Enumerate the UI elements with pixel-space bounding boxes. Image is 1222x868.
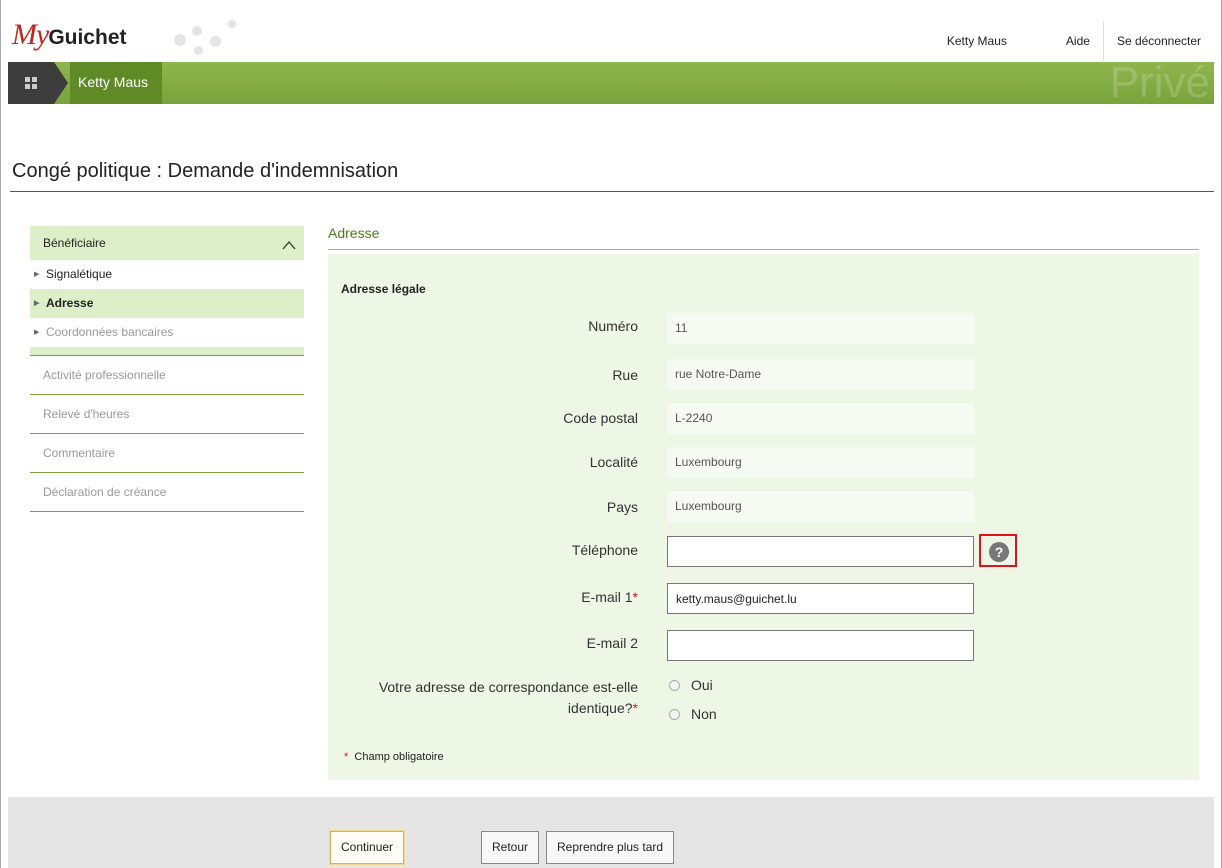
numero-label: Numéro <box>588 318 638 334</box>
code-postal-value: L-2240 <box>667 403 974 434</box>
required-asterisk: * <box>632 700 638 716</box>
sidebar-section-label: Bénéficiaire <box>43 236 106 250</box>
required-asterisk: * <box>344 751 349 763</box>
pays-label: Pays <box>606 499 638 515</box>
grid-icon <box>25 77 37 89</box>
sidebar-subitem-label: Signalétique <box>46 267 113 281</box>
home-grid-button[interactable] <box>8 62 54 104</box>
sidebar-subitem-label: Coordonnées bancaires <box>46 325 174 339</box>
radio-button[interactable] <box>669 679 680 691</box>
section-title: Adresse <box>328 225 380 241</box>
sidebar-section-beneficiaire[interactable]: Bénéficiaire <box>30 226 304 260</box>
bullet-triangle-icon: ▶ <box>34 300 40 307</box>
sidebar-subitem-label: Adresse <box>46 296 94 310</box>
telephone-label: Téléphone <box>571 542 638 558</box>
myguichet-logo[interactable]: MyGuichet <box>12 18 127 52</box>
sidebar-item-releve-heures: Relevé d'heures <box>30 395 304 434</box>
correspondence-question-line2: identique?* <box>328 698 638 719</box>
code-postal-label: Code postal <box>563 410 638 426</box>
breadcrumb-bar: Ketty Maus Privé <box>8 62 1214 104</box>
radio-non-label: Non <box>691 706 717 722</box>
numero-value: 11 <box>667 313 974 344</box>
user-name-link[interactable]: Ketty Maus <box>934 34 1053 48</box>
email1-label: E-mail 1* <box>328 589 638 605</box>
required-field-note: * Champ obligatoire <box>344 751 444 763</box>
sidebar: Bénéficiaire ▶ Signalétique ▶ Adresse ▶ … <box>30 226 304 520</box>
radio-oui-label: Oui <box>691 677 713 693</box>
header: MyGuichet Ketty Maus Aide Se déconnecter <box>8 8 1214 62</box>
correspondence-question-line1: Votre adresse de correspondance est-elle <box>378 679 638 695</box>
localite-label: Localité <box>589 454 638 470</box>
question-text: identique? <box>567 700 633 716</box>
help-question-icon[interactable]: ? <box>989 542 1009 562</box>
help-link[interactable]: Aide <box>1053 34 1103 48</box>
radio-button[interactable] <box>669 708 680 720</box>
logo-dots-decoration <box>166 14 246 55</box>
bullet-triangle-icon: ▶ <box>34 329 40 336</box>
sidebar-subitem-adresse[interactable]: ▶ Adresse <box>30 289 304 318</box>
email2-label: E-mail 2 <box>586 635 638 651</box>
required-asterisk: * <box>632 589 638 605</box>
section-divider <box>328 249 1199 250</box>
form-footer: Continuer Retour Reprendre plus tard <box>8 797 1214 868</box>
telephone-input[interactable] <box>667 536 974 567</box>
address-form-panel: Adresse légale Numéro 11 Rue rue Notre-D… <box>328 254 1199 780</box>
correspondence-question: Votre adresse de correspondance est-elle… <box>328 677 638 719</box>
bullet-triangle-icon: ▶ <box>34 271 40 278</box>
chevron-up-icon[interactable] <box>282 238 296 252</box>
breadcrumb-arrow <box>54 62 68 104</box>
sidebar-item-activite-professionnelle: Activité professionnelle <box>30 356 304 395</box>
sidebar-subitem-signaletique[interactable]: ▶ Signalétique <box>30 260 304 289</box>
rue-label: Rue <box>612 367 638 383</box>
logo-my-text: My <box>12 18 49 51</box>
logout-link[interactable]: Se déconnecter <box>1104 34 1214 48</box>
email1-input[interactable] <box>667 583 974 614</box>
breadcrumb-user[interactable]: Ketty Maus <box>70 62 163 104</box>
required-note-text: Champ obligatoire <box>354 751 444 763</box>
pays-value: Luxembourg <box>667 491 974 522</box>
help-highlight-box: ? <box>979 534 1017 567</box>
prive-watermark: Privé <box>1109 62 1210 104</box>
sidebar-item-declaration-creance: Déclaration de créance <box>30 473 304 512</box>
sidebar-subitem-coordonnees-bancaires: ▶ Coordonnées bancaires <box>30 318 304 347</box>
sidebar-shadow <box>40 512 190 520</box>
subsection-title: Adresse légale <box>341 282 426 296</box>
top-links: Ketty Maus Aide Se déconnecter <box>934 21 1214 61</box>
resume-later-button[interactable]: Reprendre plus tard <box>546 831 675 864</box>
back-button[interactable]: Retour <box>481 831 540 864</box>
sidebar-item-commentaire: Commentaire <box>30 434 304 473</box>
email1-label-text: E-mail 1 <box>581 589 633 605</box>
logo-guichet-text: Guichet <box>48 26 127 49</box>
continue-button[interactable]: Continuer <box>330 831 405 864</box>
email2-input[interactable] <box>667 630 974 661</box>
rue-value: rue Notre-Dame <box>667 359 974 390</box>
localite-value: Luxembourg <box>667 447 974 478</box>
title-divider <box>10 191 1214 192</box>
page-title: Congé politique : Demande d'indemnisatio… <box>12 160 399 182</box>
radio-non[interactable]: Non <box>669 706 717 722</box>
radio-oui[interactable]: Oui <box>669 677 713 693</box>
sidebar-section-footer <box>30 347 304 356</box>
